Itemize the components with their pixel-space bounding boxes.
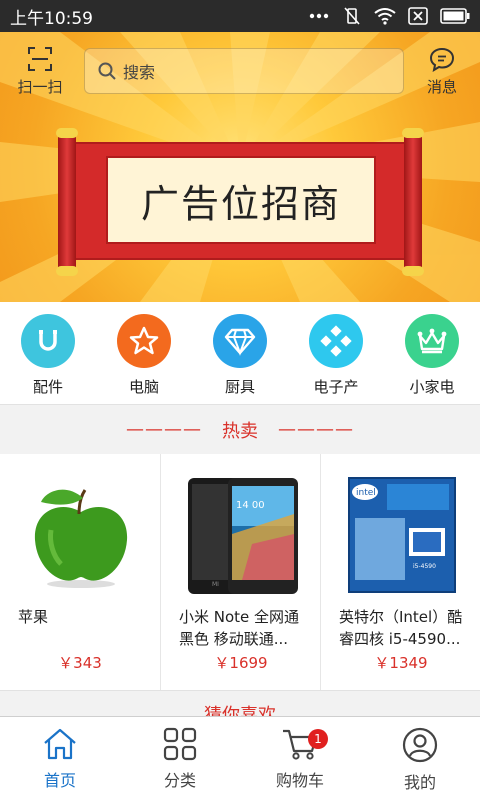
diamond-icon <box>224 328 256 356</box>
product-card[interactable]: intel i5-4590 英特尔（Intel）酷睿四核 i5-4590... … <box>320 454 480 690</box>
no-sim-icon <box>408 7 428 25</box>
svg-text:14 00: 14 00 <box>236 500 265 511</box>
product-image-cpu-box: intel i5-4590 <box>337 472 467 598</box>
user-icon <box>402 727 438 763</box>
category-label: 电脑 <box>128 378 159 396</box>
dots-icon <box>320 325 352 357</box>
header-dash-left: ———— <box>126 419 202 440</box>
search-icon <box>98 62 116 80</box>
ad-banner[interactable]: 扫一扫 搜索 消息 广告位招商 <box>0 32 480 302</box>
category-small-appliances[interactable]: 小家电 <box>384 302 480 404</box>
cart-badge: 1 <box>308 729 328 749</box>
scroll-paper: 广告位招商 <box>74 142 406 260</box>
tab-label: 购物车 <box>275 771 324 790</box>
battery-icon <box>440 8 470 24</box>
tab-cart[interactable]: 1 购物车 <box>240 717 360 800</box>
category-icon-bg <box>213 314 267 368</box>
hot-section-title: 热卖 <box>222 420 258 442</box>
star-icon <box>129 326 159 355</box>
hot-section-header: ———— 热卖 ———— <box>0 404 480 454</box>
product-price: ￥343 <box>58 654 102 672</box>
product-card[interactable]: 苹果 ￥343 <box>0 454 160 690</box>
wifi-icon <box>374 8 396 25</box>
product-name: 苹果 <box>18 608 49 626</box>
category-icon-bg <box>309 314 363 368</box>
category-icon-bg <box>117 314 171 368</box>
tab-label: 分类 <box>163 771 196 790</box>
category-row: 配件 电脑 厨具 电子产 小家电 <box>0 302 480 404</box>
vibrate-icon <box>344 7 360 25</box>
scan-label: 扫一扫 <box>17 78 63 96</box>
category-label: 厨具 <box>224 378 255 396</box>
crown-icon <box>417 328 447 354</box>
scan-button[interactable]: 扫一扫 <box>12 46 68 97</box>
scan-icon <box>28 47 52 71</box>
grid-icon <box>163 727 197 761</box>
signal-dots-icon <box>309 13 329 19</box>
search-input[interactable]: 搜索 <box>84 48 404 94</box>
category-label: 小家电 <box>409 378 455 396</box>
tab-categories[interactable]: 分类 <box>120 717 240 800</box>
svg-text:i5-4590: i5-4590 <box>413 563 436 570</box>
top-bar: 扫一扫 搜索 消息 <box>0 32 480 112</box>
category-electronics[interactable]: 电子产 <box>288 302 384 404</box>
messages-button[interactable]: 消息 <box>414 46 470 97</box>
product-image-smartphone: 14 00 MI <box>177 472 307 598</box>
banner-scroll: 广告位招商 <box>52 128 428 276</box>
status-bar: 上午10:59 <box>0 0 480 32</box>
category-icon-bg <box>405 314 459 368</box>
status-time: 上午10:59 <box>10 8 93 29</box>
product-name: 英特尔（Intel）酷睿四核 i5-4590... <box>339 608 463 648</box>
search-placeholder: 搜索 <box>123 63 156 82</box>
tab-profile[interactable]: 我的 <box>360 717 480 800</box>
magnet-icon <box>39 330 57 351</box>
header-dash-right: ———— <box>278 419 354 440</box>
scroll-roll-left <box>56 128 78 276</box>
bottom-tab-bar: 首页 分类 1 购物车 我的 <box>0 716 480 800</box>
status-icons <box>308 6 470 26</box>
product-name: 小米 Note 全网通 黑色 移动联通... <box>179 608 300 648</box>
product-price: ￥1349 <box>374 654 428 672</box>
hot-products: 苹果 ￥343 14 00 MI 小米 Note 全网通 黑色 移动联通... … <box>0 454 480 690</box>
tab-label: 我的 <box>403 773 436 792</box>
messages-label: 消息 <box>426 78 457 96</box>
category-kitchenware[interactable]: 厨具 <box>192 302 288 404</box>
category-computers[interactable]: 电脑 <box>96 302 192 404</box>
svg-text:MI: MI <box>212 581 219 588</box>
banner-text: 广告位招商 <box>106 156 376 244</box>
product-image-apple <box>16 472 146 598</box>
category-label: 电子产 <box>313 378 359 396</box>
category-accessories[interactable]: 配件 <box>0 302 96 404</box>
scroll-roll-right <box>402 128 424 276</box>
tab-label: 首页 <box>43 771 76 790</box>
home-icon <box>44 728 76 760</box>
category-icon-bg <box>21 314 75 368</box>
product-price: ￥1699 <box>214 654 268 672</box>
chat-bubble-icon <box>429 47 455 72</box>
product-card[interactable]: 14 00 MI 小米 Note 全网通 黑色 移动联通... ￥1699 <box>160 454 320 690</box>
tab-home[interactable]: 首页 <box>0 717 120 800</box>
category-label: 配件 <box>32 378 63 396</box>
svg-text:intel: intel <box>356 488 376 498</box>
